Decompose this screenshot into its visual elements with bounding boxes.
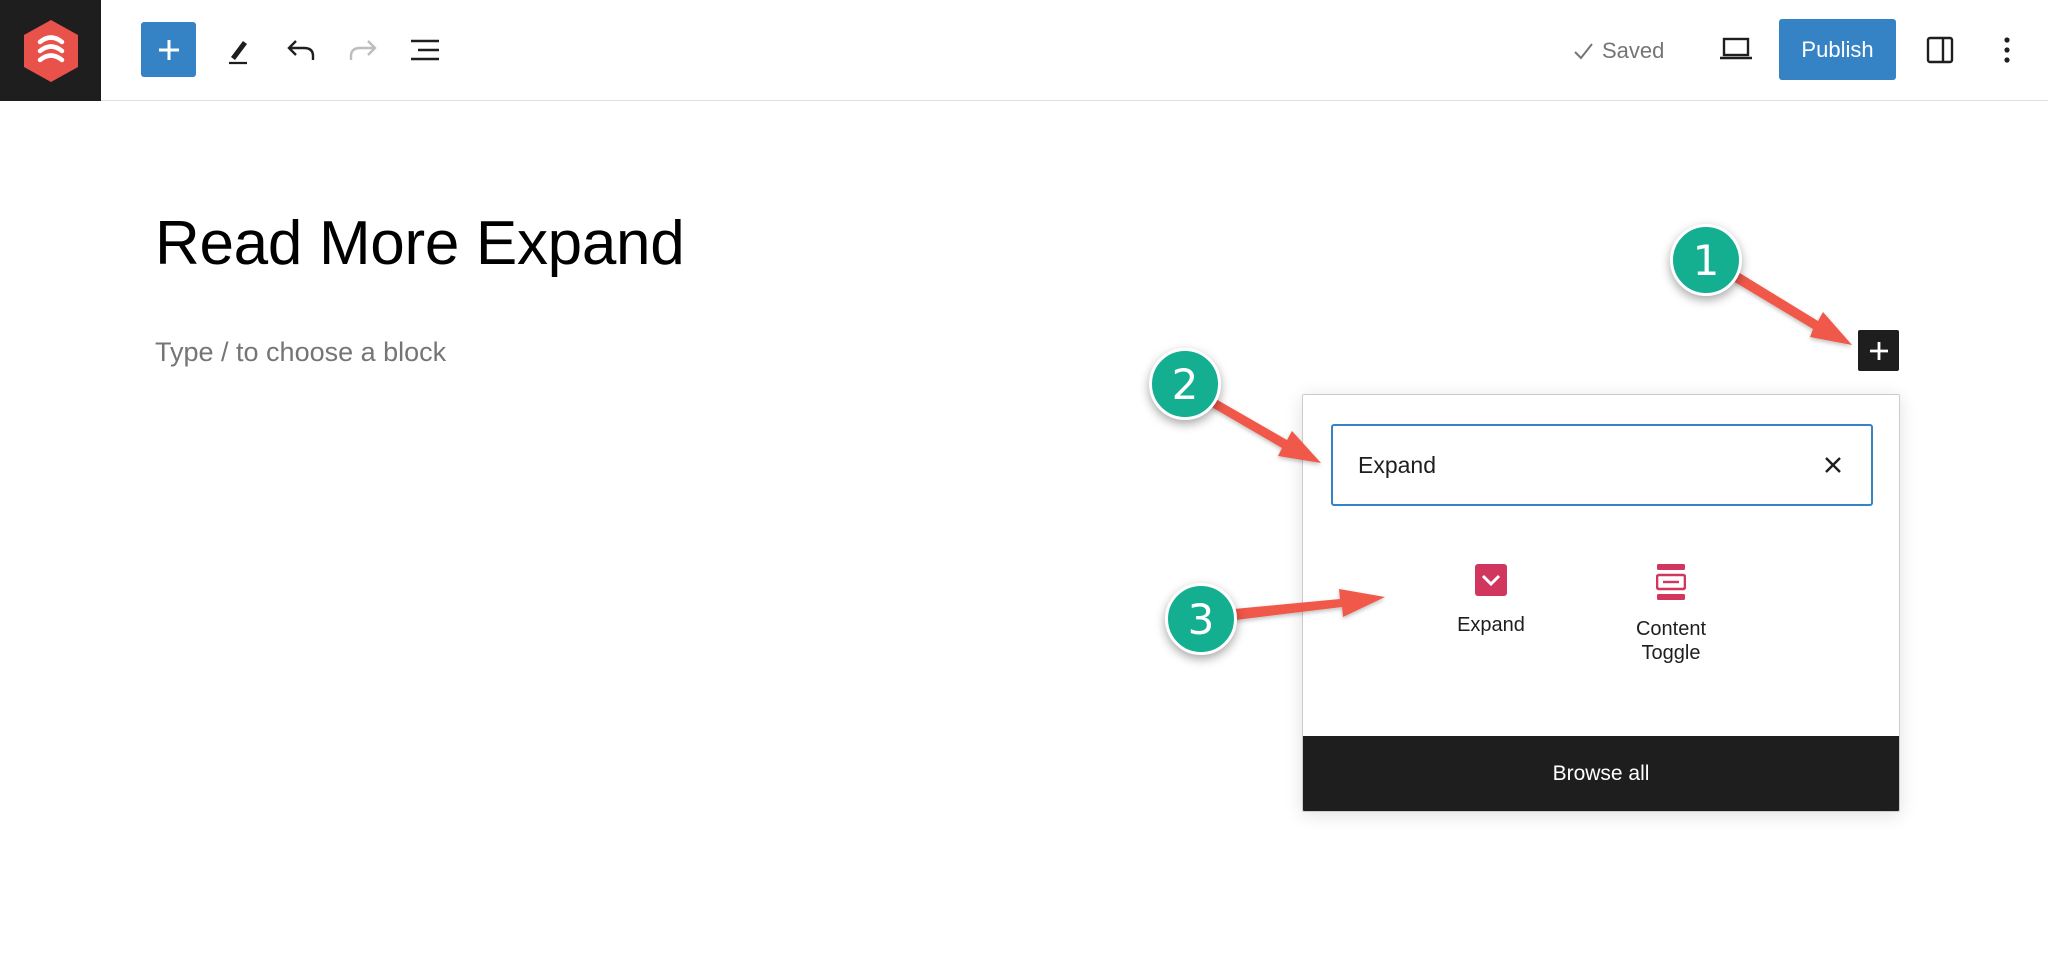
clear-search-button[interactable] [1813,445,1853,485]
block-placeholder[interactable]: Type / to choose a block [155,337,446,368]
add-block-button[interactable] [141,22,196,77]
block-inserter-popover: Expand Content Toggle Browse all [1302,394,1900,812]
sidebar-icon [1926,36,1954,64]
options-button[interactable] [1985,25,2029,75]
post-title[interactable]: Read More Expand [155,208,685,279]
block-item-content-toggle[interactable]: Content Toggle [1601,563,1741,665]
block-item-label: Content Toggle [1635,618,1707,664]
chevron-down-box-icon [1475,564,1507,596]
undo-icon [287,40,315,60]
block-item-expand[interactable]: Expand [1421,563,1561,637]
saved-indicator: Saved [1572,34,1664,68]
inline-inserter-button[interactable] [1858,330,1899,371]
close-icon [1825,457,1841,473]
annotation-badge-2: 2 [1149,348,1221,420]
list-view-button[interactable] [400,25,450,75]
redo-icon [349,40,377,60]
block-item-label: Expand [1457,614,1525,636]
browse-all-button[interactable]: Browse all [1303,736,1899,811]
content-toggle-icon [1656,564,1686,600]
redo-button[interactable] [338,25,388,75]
tools-button[interactable] [213,25,263,75]
preview-button[interactable] [1712,24,1760,74]
settings-toggle-button[interactable] [1915,25,1965,75]
undo-button[interactable] [276,25,326,75]
site-logo-button[interactable] [0,0,101,101]
saved-label: Saved [1602,38,1665,63]
block-search-input[interactable] [1333,426,1803,504]
publish-button[interactable]: Publish [1779,19,1896,80]
pencil-icon [229,41,247,65]
laptop-icon [1720,37,1752,60]
block-search-field [1331,424,1873,506]
plus-icon [1869,341,1888,360]
annotation-badge-1: 1 [1670,224,1742,296]
list-view-icon [411,39,439,61]
more-vertical-icon [2004,37,2010,63]
editor-toolbar: Saved Publish [0,0,2048,101]
check-icon [1574,43,1593,60]
site-logo-icon [23,19,78,82]
plus-icon [158,39,179,60]
annotation-arrow-1 [1733,272,1852,345]
annotation-badge-3: 3 [1165,583,1237,655]
